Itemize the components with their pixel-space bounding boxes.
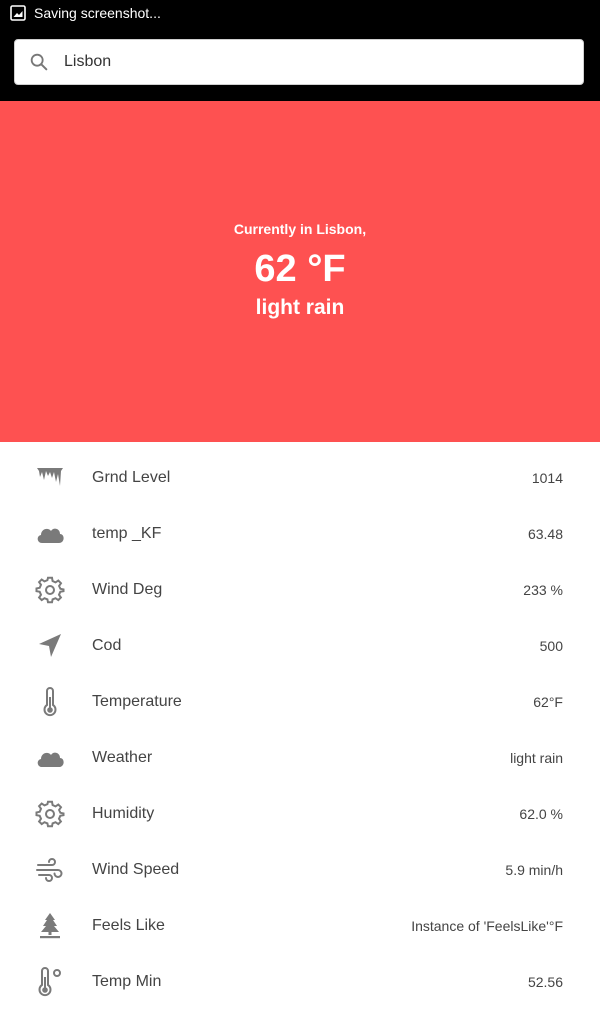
list-item-label: Wind Speed xyxy=(92,861,180,878)
list-item-value: 5.9 min/h xyxy=(505,862,563,878)
list-item-temperature[interactable]: Temperature 62°F xyxy=(0,674,600,730)
cloud-icon xyxy=(37,528,64,543)
list-item-temp-min[interactable]: Temp Min 52.56 xyxy=(0,954,600,1010)
gear-icon xyxy=(35,800,65,828)
gear-icon xyxy=(35,576,65,604)
list-item-value: 1014 xyxy=(531,470,563,486)
thermometer-icon xyxy=(43,687,57,717)
search-icon xyxy=(30,53,48,71)
cloud-icon xyxy=(37,752,64,767)
list-item-value: 233 % xyxy=(523,582,563,598)
list-item-label: Grnd Level xyxy=(92,469,171,486)
current-location-text: Currently in Lisbon, xyxy=(233,221,367,237)
list-item-grnd-level[interactable]: Grnd Level 1014 xyxy=(0,450,600,506)
list-item-value: 63.48 xyxy=(527,526,563,542)
weather-details-list: Grnd Level 1014 temp _KF 63.48 Wind Deg … xyxy=(0,450,600,1010)
list-item-value: 62°F xyxy=(533,694,563,710)
list-item-temp-kf[interactable]: temp _KF 63.48 xyxy=(0,506,600,562)
list-item-humidity[interactable]: Humidity 62.0 % xyxy=(0,786,600,842)
current-weather-panel: Currently in Lisbon, 62 °F light rain xyxy=(0,101,600,442)
list-item-wind-deg[interactable]: Wind Deg 233 % xyxy=(0,562,600,618)
list-item-label: Temperature xyxy=(92,693,182,710)
tree-icon xyxy=(40,913,60,939)
list-item-cod[interactable]: Cod 500 xyxy=(0,618,600,674)
list-item-value: 52.56 xyxy=(527,974,563,990)
thermometer-degree-icon xyxy=(38,967,61,997)
search-input[interactable] xyxy=(62,52,546,72)
current-temperature: 62 °F xyxy=(254,248,346,290)
navigation-arrow-icon xyxy=(39,634,61,657)
list-item-label: Temp Min xyxy=(92,973,162,990)
list-item-value: light rain xyxy=(510,750,563,766)
wind-icon xyxy=(36,858,63,882)
list-item-value: 62.0 % xyxy=(519,806,563,822)
screenshot-icon xyxy=(10,4,26,21)
icicle-icon xyxy=(37,468,63,486)
search-box[interactable] xyxy=(14,39,584,85)
list-item-weather[interactable]: Weather light rain xyxy=(0,730,600,786)
list-item-label: Weather xyxy=(92,749,153,766)
list-item-label: temp _KF xyxy=(92,525,162,542)
search-bar-container xyxy=(0,25,600,101)
list-item-value: 500 xyxy=(539,638,563,654)
weather-description: light rain xyxy=(255,296,345,319)
list-item-label: Feels Like xyxy=(92,917,165,934)
list-item-feels-like[interactable]: Feels Like Instance of 'FeelsLike'°F xyxy=(0,898,600,954)
list-item-wind-speed[interactable]: Wind Speed 5.9 min/h xyxy=(0,842,600,898)
list-item-label: Wind Deg xyxy=(92,581,163,598)
status-notification-text: Saving screenshot... xyxy=(34,4,161,21)
list-item-label: Cod xyxy=(92,637,122,654)
status-bar: Saving screenshot... xyxy=(0,0,600,25)
list-item-value: Instance of 'FeelsLike'°F xyxy=(411,918,563,934)
list-item-label: Humidity xyxy=(92,805,155,822)
